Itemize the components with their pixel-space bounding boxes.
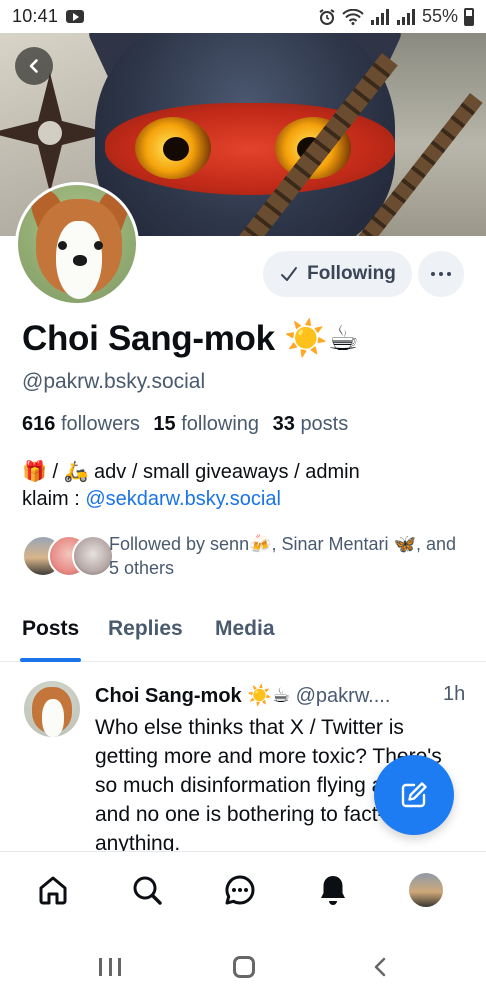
profile-bio: 🎁 / 🛵 adv / small giveaways / admin klai… — [22, 459, 462, 513]
dog-eye — [58, 241, 67, 250]
bio-line-2: klaim : @sekdarw.bsky.social — [22, 486, 462, 513]
bio-prefix: klaim : — [22, 488, 86, 510]
dot-icon — [447, 272, 451, 276]
battery-text: 55% — [421, 6, 458, 26]
post-header: Choi Sang-mok ☀️☕ @pakrw.... — [95, 683, 470, 708]
followed-by-avatars[interactable] — [22, 535, 114, 579]
dog-eye — [94, 241, 103, 250]
nav-chat[interactable] — [220, 870, 260, 910]
recent-apps-icon — [108, 958, 112, 976]
bio-line: 🎁 / 🛵 adv / small giveaways / admin — [22, 461, 360, 483]
dog-muzzle — [42, 699, 64, 737]
following-count: 15 — [153, 413, 176, 435]
search-icon — [133, 876, 162, 905]
tab-posts[interactable]: Posts — [22, 617, 79, 641]
system-home-button[interactable] — [233, 956, 255, 978]
more-options-button[interactable] — [418, 251, 464, 297]
status-bar: 10:41 55% — [0, 0, 486, 33]
dog-nose — [73, 255, 87, 266]
follower-avatar — [72, 535, 114, 577]
nav-home[interactable] — [33, 870, 73, 910]
battery-icon — [464, 7, 474, 26]
youtube-notification-icon — [66, 10, 85, 23]
followers-count: 616 — [22, 413, 56, 435]
posts-count: 33 — [272, 413, 295, 435]
following-stat[interactable]: 15 following — [153, 413, 259, 435]
chevron-left-icon — [29, 59, 38, 73]
system-back-icon[interactable] — [370, 956, 392, 978]
post-avatar[interactable] — [24, 681, 80, 737]
profile-avatar[interactable] — [15, 182, 139, 306]
wifi-icon — [342, 8, 364, 25]
post-time: 1h — [443, 683, 466, 705]
chat-icon — [225, 875, 255, 905]
profile-handle: @pakrw.bsky.social — [22, 370, 206, 393]
post-author[interactable]: Choi Sang-mok ☀️☕ — [95, 685, 290, 707]
ninja-eye-left — [135, 117, 211, 179]
recent-apps-icon — [99, 958, 102, 976]
bio-mention-link[interactable]: @sekdarw.bsky.social — [85, 488, 281, 510]
recent-apps-button[interactable] — [99, 958, 121, 976]
check-icon — [281, 267, 298, 281]
compose-icon — [401, 782, 427, 808]
bottom-navigation — [0, 851, 486, 934]
signal-icon — [370, 8, 389, 25]
nav-search[interactable] — [127, 870, 167, 910]
posts-label: posts — [300, 413, 349, 435]
nav-profile[interactable] — [406, 870, 446, 910]
tab-replies[interactable]: Replies — [108, 617, 183, 641]
home-icon — [39, 876, 67, 905]
profile-avatar-small — [409, 873, 443, 907]
followers-label: followers — [60, 413, 140, 435]
post-handle: @pakrw.... — [295, 685, 391, 707]
android-navigation-bar — [0, 934, 486, 1000]
followed-by-text[interactable]: Followed by senn🍻, Sinar Mentari 🦋, and … — [109, 532, 469, 580]
posts-stat: 33 posts — [273, 413, 349, 435]
following-stat-label: following — [181, 413, 260, 435]
back-button[interactable] — [15, 47, 53, 85]
status-time: 10:41 — [12, 6, 59, 26]
alarm-icon — [319, 8, 335, 25]
active-tab-indicator — [20, 658, 81, 662]
profile-stats: 616 followers 15 following 33 posts — [22, 413, 348, 436]
bell-icon — [321, 876, 345, 905]
dot-icon — [431, 272, 435, 276]
compose-button[interactable] — [374, 755, 454, 835]
shuriken-image — [0, 73, 110, 193]
following-button[interactable]: Following — [263, 251, 412, 297]
followers-stat[interactable]: 616 followers — [22, 413, 140, 435]
status-right: 55% — [318, 6, 474, 27]
signal-icon-2 — [396, 8, 415, 25]
dot-icon — [439, 272, 443, 276]
tab-media[interactable]: Media — [215, 617, 275, 641]
recent-apps-icon — [118, 958, 121, 976]
profile-tabs: Posts Replies Media — [0, 600, 486, 662]
nav-notifications[interactable] — [313, 870, 353, 910]
display-name: Choi Sang-mok ☀️☕ — [22, 319, 359, 358]
following-label: Following — [307, 263, 396, 284]
